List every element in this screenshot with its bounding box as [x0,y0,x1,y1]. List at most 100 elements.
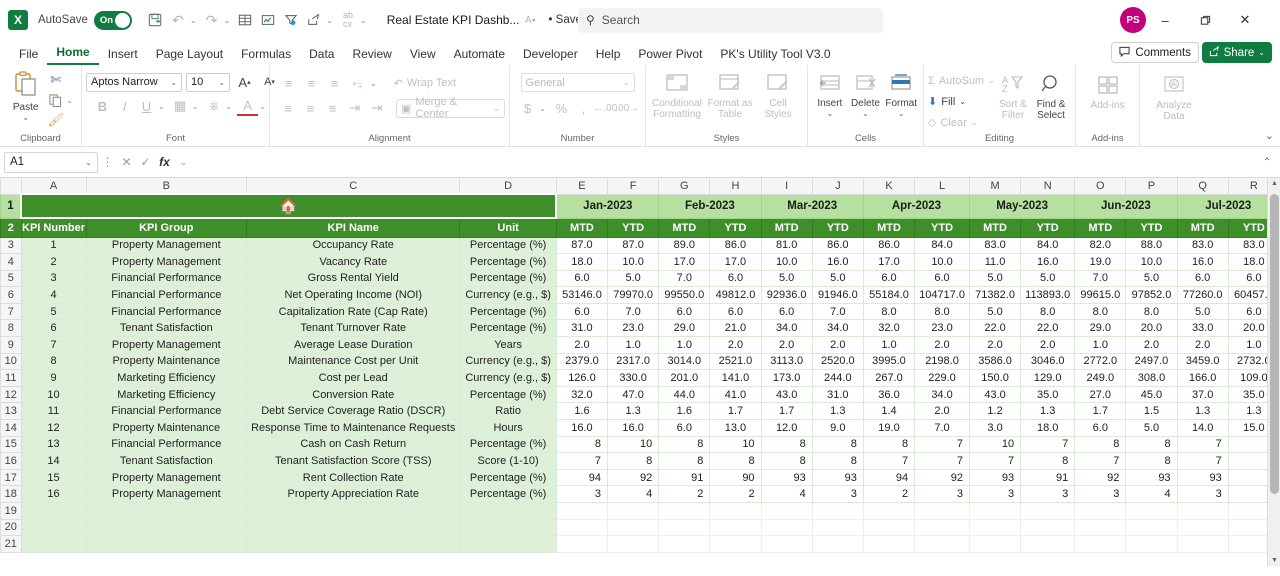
cell-value[interactable]: 1.0 [607,336,660,354]
vertical-scroll-thumb[interactable] [1270,194,1279,494]
fill-chevron-down-icon[interactable]: ⌄ [959,97,966,106]
cell-kpi-name[interactable]: Tenant Satisfaction Score (TSS) [246,452,461,470]
merge-center-button[interactable]: ▣ Merge & Center ⌄ [395,96,505,120]
cell-value[interactable]: 8 [1020,452,1076,470]
cell-kpi-number[interactable]: 5 [20,302,87,321]
cell-value[interactable]: 7.0 [607,302,660,321]
column-title-2[interactable]: KPI Name [246,217,461,238]
cell-value[interactable]: 7.0 [914,419,970,437]
cell-empty[interactable] [968,535,1022,553]
share-button[interactable]: Share ⌄ [1201,42,1272,63]
cell-value[interactable]: 8.0 [1125,302,1178,321]
paste-chevron-down-icon[interactable]: ⌄ [22,113,29,122]
cell-value[interactable]: 99615.0 [1074,286,1127,304]
cell-value[interactable]: 3459.0 [1176,352,1229,371]
cell-value[interactable]: 20.0 [1125,319,1178,338]
column-header-N[interactable]: N [1020,178,1076,195]
cell-value[interactable]: 8 [811,452,864,470]
clear-button[interactable]: ◇ Clear ⌄ [928,113,995,132]
cell-kpi-name[interactable]: Tenant Turnover Rate [246,319,461,338]
cell-value[interactable]: 3046.0 [1020,352,1076,371]
cell-kpi-number[interactable]: 3 [20,269,87,288]
cell-value[interactable]: 8 [607,452,660,470]
cell-kpi-number[interactable]: 12 [20,419,87,437]
cell-kpi-name[interactable]: Vacancy Rate [246,253,461,271]
subheader-4-1[interactable]: YTD [1020,217,1076,238]
align-left-icon[interactable]: ≡ [278,98,298,118]
cell-value[interactable]: 3 [555,485,609,503]
cell-value[interactable]: 1.7 [1074,402,1127,421]
cell-kpi-number[interactable]: 1 [20,236,87,255]
name-box[interactable]: A1 ⌄ [4,151,98,173]
month-header-0[interactable]: Jan-2023 [555,193,660,219]
cell-value[interactable]: 8.0 [1074,302,1127,321]
cell-value[interactable]: 2.0 [968,336,1022,354]
cell-value[interactable]: 3 [1176,485,1229,503]
cell-kpi-unit[interactable]: Percentage (%) [459,302,557,321]
insert-cells-button[interactable]: Insert ⌄ [812,70,848,118]
cell-value[interactable]: 29.0 [1074,319,1127,338]
cell-value[interactable]: 16.0 [1020,253,1076,271]
undo-dropdown-icon[interactable]: ⌄ [190,16,197,25]
cell-kpi-group[interactable]: Property Management [85,253,248,271]
conditional-formatting-button[interactable]: Conditional Formatting [650,70,704,120]
subheader-2-1[interactable]: YTD [811,217,864,238]
cell-value[interactable]: 4 [607,485,660,503]
cell-kpi-number[interactable]: 16 [20,485,87,503]
cell-kpi-name[interactable]: Property Appreciation Rate [246,485,461,503]
cell-kpi-name[interactable]: Maintenance Cost per Unit [246,352,461,371]
ribbon-collapse-icon[interactable]: ⌄ [1265,129,1274,142]
cell-value[interactable]: 94 [862,468,916,487]
autosave-toggle[interactable]: On [93,10,132,30]
subheader-3-0[interactable]: MTD [862,217,916,238]
tab-home[interactable]: Home [47,43,99,65]
cell-value[interactable]: 91 [1020,468,1076,487]
cell-value[interactable]: 267.0 [862,369,916,387]
column-header-B[interactable]: B [85,178,248,195]
cell-empty[interactable] [246,535,461,553]
cell-value[interactable]: 31.0 [555,319,609,338]
cell-value[interactable]: 2497.0 [1125,352,1178,371]
cell-value[interactable]: 8 [658,452,711,470]
cell-value[interactable]: 34.0 [811,319,864,338]
tab-view[interactable]: View [401,45,445,65]
cell-empty[interactable] [811,502,864,520]
cell-value[interactable]: 16.0 [811,253,864,271]
cell-value[interactable]: 141.0 [709,369,762,387]
cell-value[interactable]: 2 [709,485,762,503]
cell-kpi-group[interactable]: Financial Performance [85,269,248,288]
cell-empty[interactable] [555,518,609,537]
cell-value[interactable]: 19.0 [862,419,916,437]
cell-value[interactable]: 1.3 [1176,402,1229,421]
bold-button[interactable]: B [92,96,113,116]
cell-value[interactable]: 3 [1020,485,1076,503]
cell-value[interactable]: 87.0 [607,236,660,255]
cell-value[interactable]: 16.0 [1176,253,1229,271]
row-header-16[interactable]: 16 [0,452,22,470]
cell-empty[interactable] [760,518,813,537]
share-file-icon[interactable] [303,8,325,32]
cell-value[interactable]: 8 [1125,435,1178,454]
cell-empty[interactable] [760,535,813,553]
cell-empty[interactable] [85,518,248,537]
cell-value[interactable]: 1.3 [1020,402,1076,421]
cell-value[interactable]: 43.0 [968,385,1022,404]
cell-value[interactable]: 229.0 [914,369,970,387]
cell-kpi-name[interactable]: Cost per Lead [246,369,461,387]
cell-empty[interactable] [607,502,660,520]
column-header-H[interactable]: H [709,178,762,195]
cell-kpi-name[interactable]: Rent Collection Rate [246,468,461,487]
cell-value[interactable]: 6.0 [862,269,916,288]
copy-icon[interactable] [45,90,66,110]
cell-value[interactable]: 6.0 [914,269,970,288]
expand-formula-bar-icon[interactable]: ⌃ [1258,157,1276,168]
cell-kpi-name[interactable]: Capitalization Rate (Cap Rate) [246,302,461,321]
underline-button[interactable]: U [136,96,157,116]
cell-value[interactable]: 34.0 [914,385,970,404]
column-header-J[interactable]: J [811,178,864,195]
cell-value[interactable]: 5.0 [1020,269,1076,288]
cell-kpi-group[interactable]: Marketing Efficiency [85,369,248,387]
subheader-5-1[interactable]: YTD [1125,217,1178,238]
cell-value[interactable]: 93 [1176,468,1229,487]
undo-icon[interactable]: ↶ [167,8,189,32]
